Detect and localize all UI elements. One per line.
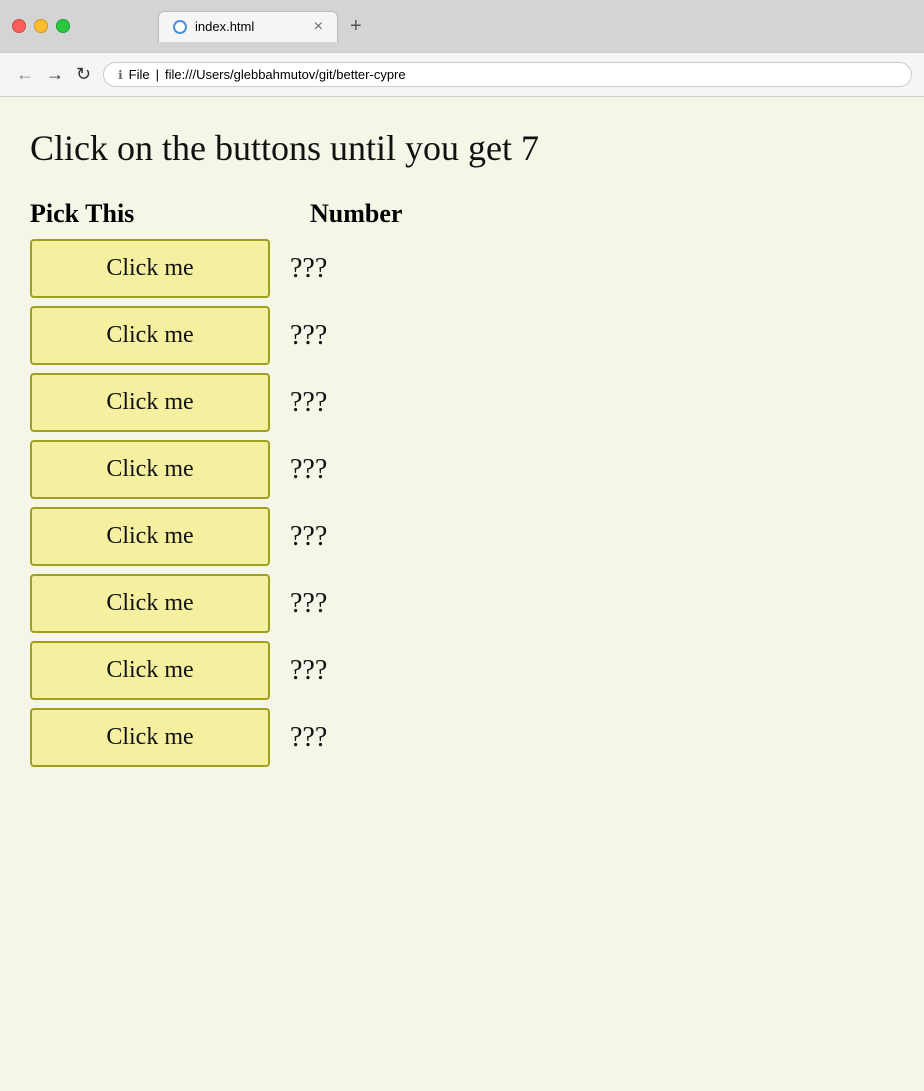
address-url: file:///Users/glebbahmutov/git/better-cy… — [165, 67, 406, 82]
button-row: Click me??? — [30, 507, 894, 566]
button-row: Click me??? — [30, 440, 894, 499]
traffic-lights — [12, 19, 70, 33]
col-number-header: Number — [310, 199, 402, 229]
col-pick-header: Pick This — [30, 199, 310, 229]
button-rows: Click me???Click me???Click me???Click m… — [30, 239, 894, 767]
forward-button[interactable]: → — [42, 62, 68, 87]
click-button-5[interactable]: Click me — [30, 574, 270, 633]
tab-close-button[interactable]: × — [314, 18, 323, 36]
maximize-traffic-light[interactable] — [56, 19, 70, 33]
button-row: Click me??? — [30, 306, 894, 365]
address-protocol: File — [129, 67, 150, 82]
button-row: Click me??? — [30, 708, 894, 767]
minimize-traffic-light[interactable] — [34, 19, 48, 33]
reload-button[interactable]: ↻ — [72, 62, 95, 87]
click-button-2[interactable]: Click me — [30, 373, 270, 432]
new-tab-button[interactable]: + — [340, 11, 372, 42]
number-display-4: ??? — [290, 521, 327, 553]
address-separator: | — [156, 67, 159, 82]
button-row: Click me??? — [30, 574, 894, 633]
number-display-6: ??? — [290, 655, 327, 687]
number-display-0: ??? — [290, 253, 327, 285]
nav-buttons: ← → ↻ — [12, 62, 95, 87]
address-bar[interactable]: ℹ File | file:///Users/glebbahmutov/git/… — [103, 62, 912, 87]
button-row: Click me??? — [30, 239, 894, 298]
button-row: Click me??? — [30, 641, 894, 700]
click-button-3[interactable]: Click me — [30, 440, 270, 499]
address-info-icon: ℹ — [118, 68, 123, 82]
active-tab[interactable]: index.html × — [158, 11, 338, 42]
number-display-7: ??? — [290, 722, 327, 754]
tab-label: index.html — [195, 19, 254, 34]
number-display-3: ??? — [290, 454, 327, 486]
click-button-7[interactable]: Click me — [30, 708, 270, 767]
address-bar-row: ← → ↻ ℹ File | file:///Users/glebbahmuto… — [0, 52, 924, 96]
number-display-1: ??? — [290, 320, 327, 352]
click-button-0[interactable]: Click me — [30, 239, 270, 298]
number-display-2: ??? — [290, 387, 327, 419]
button-row: Click me??? — [30, 373, 894, 432]
click-button-1[interactable]: Click me — [30, 306, 270, 365]
close-traffic-light[interactable] — [12, 19, 26, 33]
tab-bar: index.html × + — [98, 11, 432, 42]
page-title: Click on the buttons until you get 7 — [30, 127, 894, 169]
tab-favicon — [173, 20, 187, 34]
table-header: Pick This Number — [30, 199, 894, 229]
click-button-6[interactable]: Click me — [30, 641, 270, 700]
page-content: Click on the buttons until you get 7 Pic… — [0, 97, 924, 1091]
title-bar: index.html × + — [0, 0, 924, 52]
table-container: Pick This Number Click me???Click me???C… — [30, 199, 894, 767]
back-button[interactable]: ← — [12, 62, 38, 87]
number-display-5: ??? — [290, 588, 327, 620]
click-button-4[interactable]: Click me — [30, 507, 270, 566]
browser-chrome: index.html × + ← → ↻ ℹ File | file:///Us… — [0, 0, 924, 97]
